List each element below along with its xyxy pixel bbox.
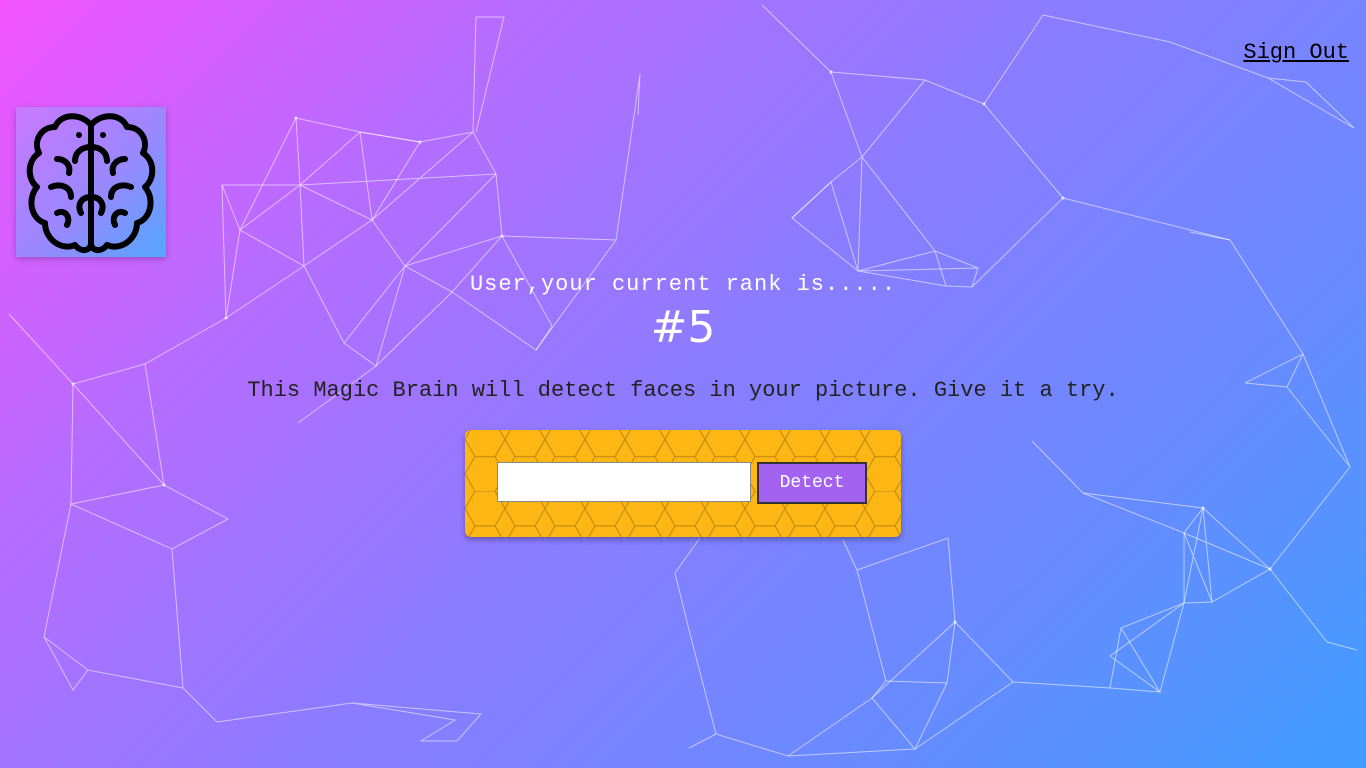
detect-button[interactable]: Detect xyxy=(757,462,867,504)
image-url-input[interactable] xyxy=(497,462,751,502)
sign-out-link[interactable]: Sign Out xyxy=(1243,40,1349,65)
brain-icon xyxy=(26,113,156,253)
rank-value: #5 xyxy=(650,302,716,353)
rank-message: User,your current rank is..... xyxy=(469,272,897,297)
logo xyxy=(16,107,166,257)
tagline: This Magic Brain will detect faces in yo… xyxy=(247,378,1119,403)
image-url-form: Detect xyxy=(465,430,901,537)
